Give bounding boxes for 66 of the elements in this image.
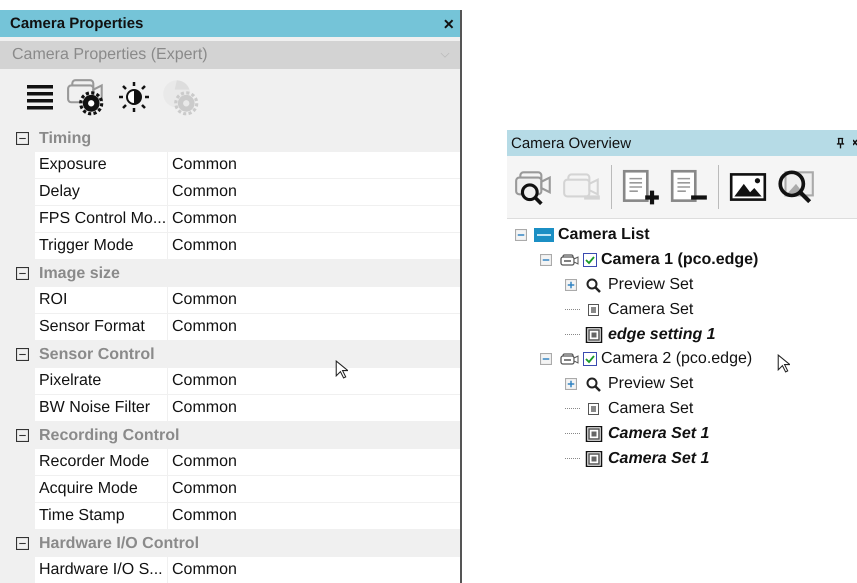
- tree-item[interactable]: Camera List: [558, 226, 650, 244]
- brightness-icon[interactable]: [116, 79, 152, 115]
- checkbox[interactable]: [583, 253, 597, 268]
- property-value[interactable]: Common: [168, 179, 460, 205]
- property-name: BW Noise Filter: [35, 395, 167, 421]
- expander-icon[interactable]: [565, 378, 577, 390]
- property-name: Recorder Mode: [35, 449, 167, 475]
- expander-icon[interactable]: [540, 254, 552, 266]
- property-value[interactable]: Common: [168, 476, 460, 502]
- property-value[interactable]: Common: [168, 368, 460, 394]
- expander-icon[interactable]: [540, 353, 552, 366]
- property-value[interactable]: Common: [168, 314, 460, 340]
- property-name: Time Stamp: [35, 503, 167, 529]
- close-button[interactable]: ×: [443, 14, 454, 32]
- settings-file-icon: [584, 426, 604, 442]
- close-icon[interactable]: [853, 138, 857, 148]
- property-name: Hardware I/O S...: [35, 557, 167, 583]
- category-heading: Recording Control: [39, 426, 180, 444]
- tree-item[interactable]: Camera Set 1: [608, 424, 710, 443]
- tree-item[interactable]: Camera Set 1: [608, 450, 710, 468]
- property-name: Pixelrate: [35, 368, 167, 394]
- settings-file-icon: [584, 326, 604, 343]
- property-value[interactable]: Common: [168, 449, 460, 475]
- pin-icon[interactable]: [836, 137, 845, 149]
- property-value[interactable]: Common: [168, 503, 460, 529]
- property-name: Exposure: [35, 152, 167, 178]
- expander-icon[interactable]: [515, 229, 527, 242]
- collapse-icon[interactable]: [16, 348, 29, 361]
- tree-item[interactable]: Camera Set: [608, 400, 694, 418]
- tree-item[interactable]: Camera 1 (pco.edge): [601, 251, 758, 270]
- collapse-icon[interactable]: [16, 132, 29, 145]
- property-name: Trigger Mode: [35, 233, 167, 259]
- tree-item[interactable]: Preview Set: [608, 276, 694, 294]
- property-value[interactable]: Common: [168, 287, 460, 313]
- tree-item[interactable]: Camera 2 (pco.edge): [601, 350, 752, 368]
- category-heading: Hardware I/O Control: [39, 534, 200, 552]
- collapse-icon[interactable]: [16, 429, 29, 442]
- expander-icon[interactable]: [565, 278, 577, 291]
- property-name: Delay: [35, 179, 167, 205]
- property-value[interactable]: Common: [168, 395, 460, 421]
- category-heading: Sensor Control: [39, 346, 155, 364]
- tree-item[interactable]: Camera Set: [608, 300, 694, 319]
- collapse-icon[interactable]: [16, 267, 29, 280]
- property-name: Sensor Format: [35, 314, 167, 340]
- settings-file-icon: [584, 450, 604, 467]
- panel-title: Camera Properties: [10, 15, 144, 32]
- property-name: Acquire Mode: [35, 476, 167, 502]
- panel-title: Camera Overview: [511, 134, 632, 152]
- collapse-icon[interactable]: [16, 537, 29, 550]
- category-heading: Timing: [39, 130, 92, 148]
- category-heading: Image size: [39, 264, 120, 282]
- property-value[interactable]: Common: [168, 557, 460, 583]
- mouse-pointer-icon: [335, 360, 348, 379]
- camera-icon: [559, 351, 579, 368]
- logo-icon: [534, 227, 554, 244]
- tree-item[interactable]: edge setting 1: [608, 326, 716, 344]
- property-value[interactable]: Common: [168, 152, 460, 178]
- camera-icon: [559, 252, 579, 268]
- checkbox[interactable]: [583, 352, 597, 366]
- property-name: FPS Control Mo...: [35, 206, 167, 232]
- tree-item[interactable]: Preview Set: [608, 375, 694, 394]
- mouse-pointer-icon: [777, 354, 790, 373]
- property-value[interactable]: Common: [168, 206, 460, 232]
- chevron-icon: [440, 52, 450, 58]
- property-name: ROI: [35, 287, 167, 313]
- property-value[interactable]: Common: [168, 233, 460, 259]
